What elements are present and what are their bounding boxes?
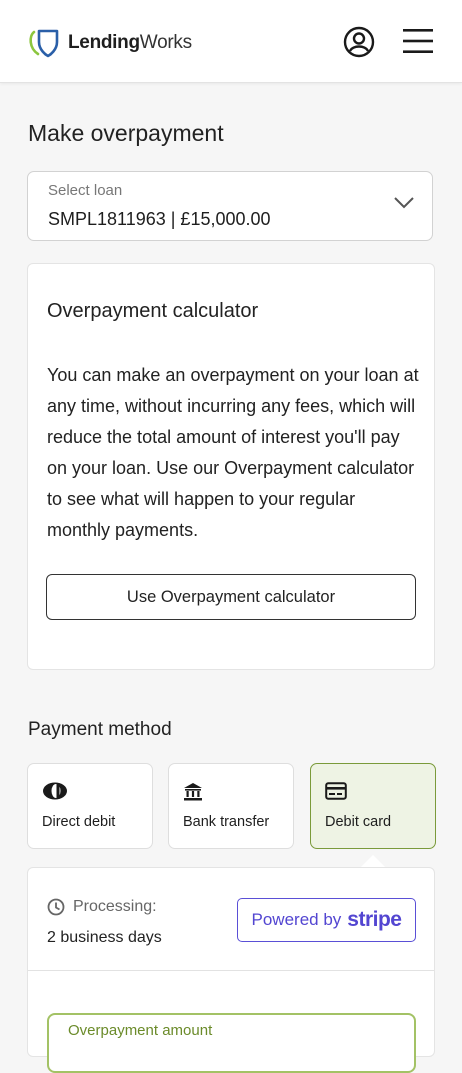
processing-row: Processing: [47,898,157,916]
processing-time-value: 2 business days [47,929,162,946]
stripe-logo: stripe [347,908,402,931]
powered-by-text: Powered by [251,910,342,929]
app-header: LendingWorks [0,0,462,83]
card-icon [325,782,347,805]
lending-works-logo[interactable]: LendingWorks [28,28,192,58]
selected-option-pointer [361,855,385,867]
page-title: Make overpayment [28,120,224,146]
payment-option-debit-card[interactable]: Debit card [310,763,436,849]
processing-label: Processing: [73,898,157,915]
payment-method-title: Payment method [28,719,172,740]
bank-icon [183,782,203,807]
loan-select-label: Select loan [48,182,123,199]
loan-select-value: SMPL1811963 | £15,000.00 [48,209,271,229]
calculator-card-title: Overpayment calculator [47,300,259,322]
loan-select[interactable]: Select loan SMPL1811963 | £15,000.00 [27,171,433,241]
chevron-down-icon [394,196,414,214]
logo-text-light: Works [139,32,192,53]
overpayment-amount-label: Overpayment amount [68,1022,213,1039]
payment-details-panel: Processing: 2 business days Powered by s… [27,867,435,1073]
logo-shield-icon [29,29,59,58]
divider [28,970,434,971]
overpayment-calculator-card: Overpayment calculator You can make an o… [27,263,435,670]
powered-by-stripe-badge[interactable]: Powered by stripe [237,898,416,942]
logo-text: LendingWorks [68,32,192,54]
direct-debit-icon [42,782,68,805]
payment-option-direct-debit[interactable]: Direct debit [27,763,153,849]
clock-icon [47,898,65,916]
payment-option-bank-transfer[interactable]: Bank transfer [168,763,294,849]
payment-option-label: Debit card [325,814,392,830]
use-overpayment-calculator-button[interactable]: Use Overpayment calculator [46,574,416,620]
calculator-card-description: You can make an overpayment on your loan… [47,365,419,540]
payment-option-label: Direct debit [42,814,116,830]
overpayment-amount-field[interactable]: Overpayment amount [47,1013,416,1073]
payment-option-label: Bank transfer [183,814,270,830]
user-circle-icon[interactable] [343,26,375,63]
logo-text-bold: Lending [68,32,140,53]
hamburger-menu-icon[interactable] [403,28,433,59]
